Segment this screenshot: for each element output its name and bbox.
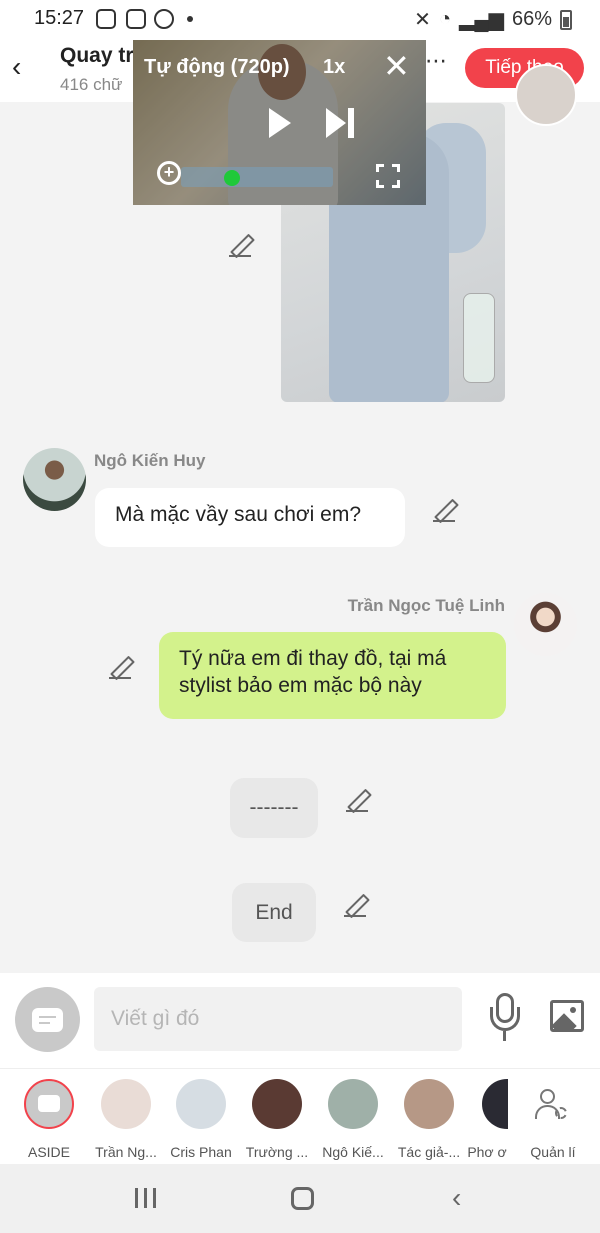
end-bubble[interactable]: End — [232, 883, 316, 942]
mute-icon: ✕ — [414, 9, 431, 31]
message-bubble[interactable]: Tý nữa em đi thay đồ, tại má stylist bảo… — [159, 632, 506, 719]
sender-name: Ngô Kiến Huy — [94, 451, 206, 470]
skip-next-icon[interactable] — [326, 108, 356, 138]
separator-bubble[interactable]: ------- — [230, 778, 318, 838]
edit-pencil-icon[interactable] — [346, 790, 368, 812]
edit-pencil-icon[interactable] — [229, 235, 251, 257]
more-options-icon[interactable]: ⋯ — [425, 48, 448, 74]
recent-apps-icon[interactable] — [135, 1188, 157, 1208]
fullscreen-icon[interactable] — [376, 164, 400, 188]
character-pho[interactable]: Phơ ơ — [466, 1079, 508, 1160]
manage-user-icon[interactable] — [535, 1089, 571, 1125]
avatar — [328, 1079, 378, 1129]
edit-pencil-icon[interactable] — [109, 657, 131, 679]
avatar[interactable] — [515, 64, 577, 126]
back-icon[interactable]: ‹ — [452, 1184, 461, 1212]
story-title: Quay trở lại — [60, 44, 140, 67]
character-aside[interactable]: ASIDE — [11, 1079, 87, 1160]
aside-button[interactable] — [15, 987, 80, 1052]
system-nav-bar: ‹ — [0, 1164, 600, 1233]
video-progress-knob[interactable] — [224, 170, 241, 186]
character-tac-gia[interactable]: Tác giả-... — [391, 1079, 467, 1160]
message-bubble[interactable]: Mà mặc vầy sau chơi em? — [95, 488, 405, 547]
video-quality[interactable]: Tự động (720p) — [144, 56, 290, 79]
avatar — [176, 1079, 226, 1129]
zoom-icon[interactable]: + — [157, 161, 181, 185]
avatar-tran-ngoc-tue-linh[interactable] — [514, 593, 577, 656]
back-arrow-icon[interactable]: ‹ — [12, 52, 42, 82]
word-count: 416 chữ — [60, 75, 123, 94]
shopee-icon — [126, 9, 146, 29]
avatar — [482, 1079, 508, 1129]
play-store-icon — [96, 9, 116, 29]
image-icon[interactable] — [550, 1000, 584, 1032]
sender-name: Trần Ngọc Tuệ Linh — [347, 596, 505, 615]
avatar — [404, 1079, 454, 1129]
microphone-icon[interactable] — [488, 993, 522, 1043]
avatar-ngo-kien-huy[interactable] — [23, 448, 86, 511]
character-truong[interactable]: Trường ... — [239, 1079, 315, 1160]
video-progress-bar[interactable] — [181, 167, 333, 187]
more-notifications-icon — [187, 16, 193, 22]
character-strip: ASIDE Trần Ng... Cris Phan Trường ... Ng… — [0, 1068, 600, 1164]
wifi-icon: ◔ — [438, 8, 452, 30]
message-input[interactable] — [94, 987, 462, 1051]
play-icon[interactable] — [269, 108, 291, 138]
character-cris-phan[interactable]: Cris Phan — [163, 1079, 239, 1160]
status-time: 15:27 — [34, 7, 85, 29]
character-ngo-kien[interactable]: Ngô Kiế... — [315, 1079, 391, 1160]
battery-level: 66% — [511, 8, 552, 30]
avatar — [101, 1079, 151, 1129]
signal-icon: ▂▄▆ — [459, 9, 504, 31]
close-icon[interactable]: ✕ — [383, 50, 410, 82]
message-icon — [32, 1008, 63, 1032]
character-tran-ngoc[interactable]: Trần Ng... — [88, 1079, 164, 1160]
aside-icon — [24, 1079, 74, 1129]
home-icon[interactable] — [291, 1187, 314, 1210]
floating-video-player[interactable]: Tự động (720p) 1x ✕ + — [133, 40, 426, 205]
composer-bar — [0, 973, 600, 1068]
status-bar: 15:27 ✕ ◔ ▂▄▆ 66% — [0, 0, 600, 38]
status-right: ✕ ◔ ▂▄▆ 66% — [414, 7, 572, 32]
video-speed[interactable]: 1x — [323, 56, 345, 79]
battery-icon — [560, 9, 572, 30]
edit-pencil-icon[interactable] — [344, 895, 366, 917]
notification-icon — [154, 9, 174, 29]
avatar — [252, 1079, 302, 1129]
edit-pencil-icon[interactable] — [433, 500, 455, 522]
